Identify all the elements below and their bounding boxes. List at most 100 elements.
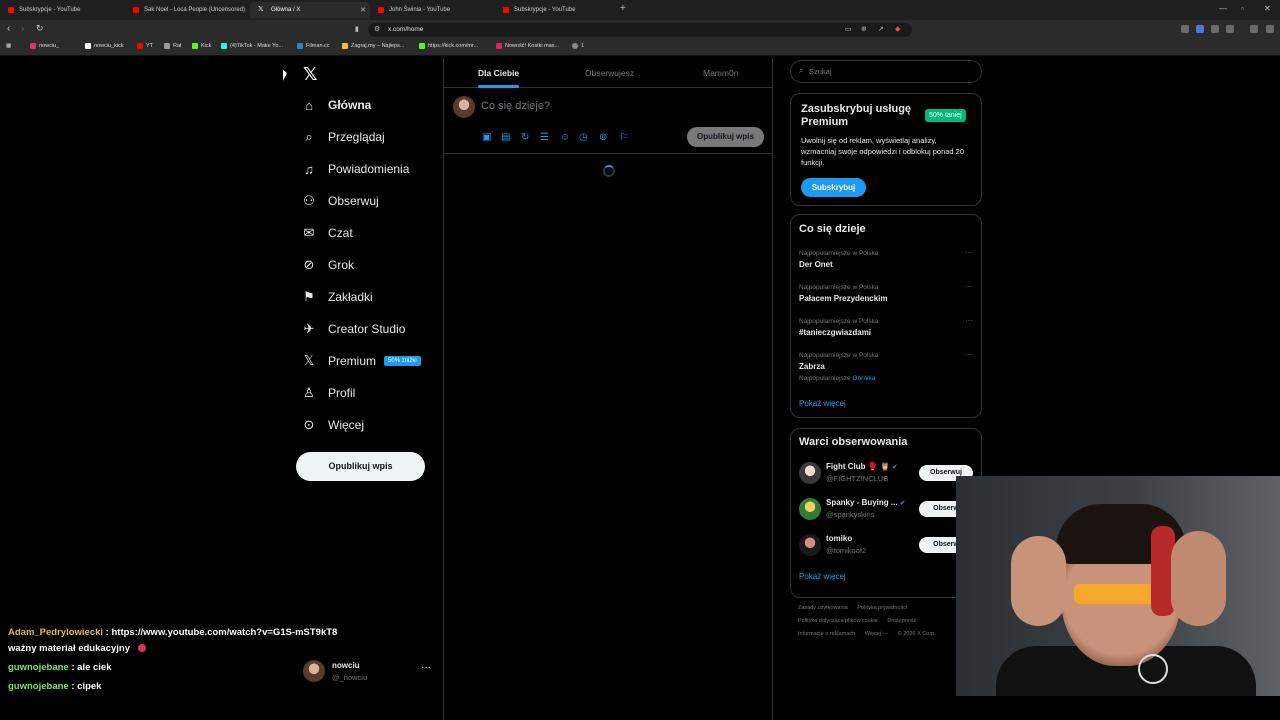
footer-link[interactable]: Polityka dotycząca plików cookie: [798, 618, 878, 624]
emoji-icon[interactable]: ☺: [560, 132, 570, 143]
flag-icon[interactable]: ⚐: [619, 132, 628, 143]
more-icon[interactable]: ···: [965, 350, 973, 359]
poll-icon[interactable]: ☰: [540, 132, 549, 143]
extension-icon[interactable]: [1181, 25, 1189, 33]
sidebar-item-profile[interactable]: ♙ Profil: [300, 380, 355, 406]
sidebar-item-follow[interactable]: ⚇ Obserwuj: [300, 188, 379, 214]
sidebar-item-grok[interactable]: ⊘ Grok: [300, 252, 354, 278]
footer-link[interactable]: Zasady użytkowania: [798, 605, 848, 611]
follow-name[interactable]: Fight Club 🥊 🦉 ✔: [826, 462, 898, 471]
sidebar-item-premium[interactable]: 𝕏 Premium 50% zniżki: [300, 348, 421, 374]
follow-name[interactable]: tomiko: [826, 534, 852, 543]
sidebar-icon[interactable]: [1226, 25, 1234, 33]
bookmark-item[interactable]: (4)TikTok - Make Yo...: [221, 43, 283, 49]
bookmark-item[interactable]: Nowość! Kostki mas...: [496, 43, 559, 49]
tab-for-you[interactable]: Dla Ciebie: [478, 68, 519, 78]
cast-icon[interactable]: ▭: [845, 25, 852, 33]
brave-shield-icon[interactable]: ◆: [895, 25, 900, 33]
back-icon[interactable]: ‹: [7, 23, 10, 34]
sidebar-item-more[interactable]: ⊙ Więcej: [300, 412, 364, 438]
bookmark-item[interactable]: nowciu_kick: [85, 43, 124, 49]
site-info-icon[interactable]: ⚙: [374, 23, 380, 37]
window-close-icon[interactable]: ✕: [1264, 4, 1271, 13]
apps-grid-icon[interactable]: ▦: [6, 43, 11, 49]
bookmark-item[interactable]: Filman.cc: [297, 43, 330, 49]
tab-title: John Świnia - YouTube: [389, 7, 451, 13]
more-icon[interactable]: ···: [965, 282, 973, 291]
show-more-link[interactable]: Pokaż więcej: [799, 399, 846, 408]
footer-link[interactable]: Więcej ···: [865, 631, 889, 637]
tab-following[interactable]: Obserwujesz: [585, 68, 634, 78]
more-icon[interactable]: ···: [421, 662, 431, 673]
trend-name[interactable]: #tanieczgwiazdami: [799, 328, 871, 337]
bookmark-item[interactable]: Zagraj.my – Najleps...: [342, 43, 405, 49]
wallet-icon[interactable]: [1250, 25, 1258, 33]
image-icon[interactable]: ▣: [482, 132, 491, 143]
tab-list[interactable]: Mamm0n: [703, 68, 738, 78]
sidebar-item-explore[interactable]: ⌕ Przeglądaj: [300, 124, 384, 150]
bookmark-label: https://kick.com/mr...: [428, 43, 479, 49]
sidebar-item-home[interactable]: ⌂ Główna: [300, 92, 371, 118]
trend-related-link[interactable]: Górnika: [852, 375, 875, 382]
schedule-icon[interactable]: ◷: [579, 132, 588, 143]
browser-tab[interactable]: John Świnia - YouTube: [370, 2, 495, 18]
sidebar-item-notifications[interactable]: ♫ Powiadomienia: [300, 156, 409, 182]
trend-context: Najpopularniejsze w Polska: [799, 352, 879, 359]
browser-tab[interactable]: Sak Noel - Loca People (Uncensored): [125, 2, 250, 18]
minimize-icon[interactable]: —: [1219, 4, 1227, 13]
subscribe-button[interactable]: Subskrybuj: [801, 178, 866, 197]
footer-link[interactable]: Polityka prywatności: [857, 605, 907, 611]
bookmark-item[interactable]: YT: [137, 43, 153, 49]
avatar[interactable]: [799, 462, 821, 484]
forward-icon[interactable]: ›: [21, 23, 24, 34]
compose-input[interactable]: Co się dzieje?: [481, 100, 550, 112]
sidebar-item-chat[interactable]: ✉ Czat: [300, 220, 353, 246]
publish-post-button[interactable]: Opublikuj wpis: [296, 452, 425, 481]
url-input[interactable]: ⚙ x.com/home: [368, 23, 912, 37]
footer-link[interactable]: Informacje o reklamach: [798, 631, 855, 637]
avatar[interactable]: [453, 96, 475, 118]
chat-message: guwnojebane : ale ciek: [8, 662, 112, 673]
bookmark-item[interactable]: 1: [572, 43, 584, 49]
browser-tab[interactable]: Subskrypcje - YouTube: [495, 2, 620, 18]
browser-tab-active[interactable]: 𝕏 Główna / X ✕: [250, 2, 370, 18]
trend-name[interactable]: Der Onet: [799, 260, 833, 269]
show-more-link[interactable]: Pokaż więcej: [799, 572, 846, 581]
close-icon[interactable]: ✕: [360, 6, 366, 14]
avatar[interactable]: [799, 498, 821, 520]
account-name[interactable]: nowciu: [332, 661, 360, 670]
location-icon[interactable]: ⊚: [599, 132, 607, 143]
zoom-icon[interactable]: ⊕: [861, 25, 867, 33]
footer-link[interactable]: Dostępność: [887, 618, 916, 624]
trend-name[interactable]: Zabrza: [799, 362, 825, 371]
chat-text: ale ciek: [77, 662, 112, 673]
avatar[interactable]: [799, 534, 821, 556]
new-tab-icon[interactable]: +: [620, 3, 626, 14]
trend-name[interactable]: Pałacem Prezydenckim: [799, 294, 888, 303]
trend-related: Najpopularniejsze Górnika: [799, 375, 875, 382]
bookmark-item[interactable]: Kick: [192, 43, 211, 49]
more-icon[interactable]: ···: [965, 316, 973, 325]
sidebar-item-bookmarks[interactable]: ⚑ Zakładki: [300, 284, 373, 310]
x-logo-icon[interactable]: 𝕏: [303, 64, 318, 85]
gif-icon[interactable]: ▤: [501, 132, 510, 143]
bookmark-label: (4)TikTok - Make Yo...: [230, 43, 283, 49]
grok-icon[interactable]: ↻: [521, 132, 529, 143]
bookmark-item[interactable]: Rat: [164, 43, 182, 49]
extension-icon[interactable]: [1196, 25, 1204, 33]
bookmark-page-icon[interactable]: ▮: [355, 25, 359, 33]
share-icon[interactable]: ↗: [878, 25, 884, 33]
avatar[interactable]: [303, 660, 325, 682]
bookmark-item[interactable]: https://kick.com/mr...: [419, 43, 478, 49]
follow-name[interactable]: Spanky - Buying ... ✔: [826, 498, 905, 507]
search-input[interactable]: ⌕ Szukaj: [790, 60, 982, 83]
browser-tab[interactable]: Subskrypcje - YouTube: [0, 2, 125, 18]
reload-icon[interactable]: ↻: [36, 23, 44, 34]
maximize-icon[interactable]: ▫: [1241, 4, 1244, 13]
more-icon[interactable]: ···: [965, 248, 973, 257]
sidebar-item-creator-studio[interactable]: ✈ Creator Studio: [300, 316, 406, 342]
menu-icon[interactable]: [1266, 25, 1274, 33]
bookmark-item[interactable]: nowciu_: [30, 43, 59, 49]
publish-post-button[interactable]: Opublikuj wpis: [687, 127, 764, 147]
extensions-puzzle-icon[interactable]: [1211, 25, 1219, 33]
